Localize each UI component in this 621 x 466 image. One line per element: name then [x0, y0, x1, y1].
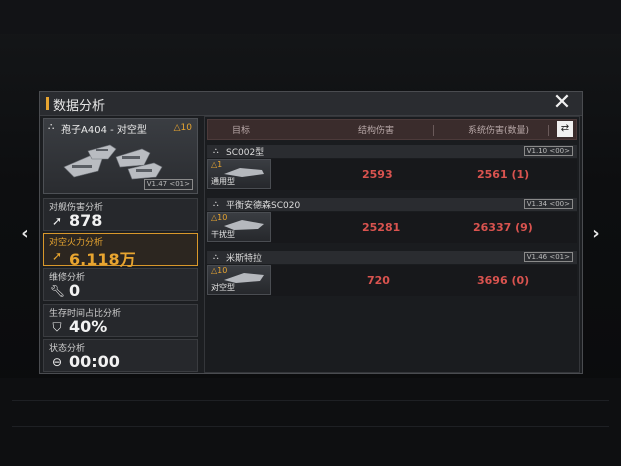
- target-damage-table: 目标 结构伤害 系统伤害(数量) ⇄ ⛬ SC002型 V1.10 <00> △…: [204, 116, 580, 373]
- system-damage-value: 26337 (9): [473, 221, 533, 234]
- unit-version-badge: V1.47 <01>: [143, 179, 193, 190]
- target-class: 对空型: [211, 283, 235, 292]
- target-version-badge: V1.10 <00>: [523, 146, 573, 156]
- unit-card: ⛬ 孢子A404 - 对空型 △10 V1.47 <01>: [43, 118, 198, 194]
- stat-ship-damage[interactable]: 对舰伤害分析 ➚ 878: [43, 198, 198, 231]
- target-group-header: ⛬ 平衡安德森SC020 V1.34 <00>: [207, 198, 577, 211]
- stat-status[interactable]: 状态分析 ⊖ 00:00: [43, 339, 198, 372]
- header-structure-damage: 结构伤害: [358, 126, 395, 136]
- close-button[interactable]: ✕: [552, 92, 572, 114]
- shield-icon: ⛉: [52, 320, 62, 334]
- wrench-icon: 🔧︎: [50, 284, 66, 298]
- system-damage-value: 3696 (0): [477, 274, 530, 287]
- anti-air-arrow-icon: ➚: [51, 249, 63, 263]
- stat-value: 878: [69, 211, 103, 230]
- stat-repair[interactable]: 维修分析 🔧︎ 0: [43, 268, 198, 301]
- target-group-header: ⛬ SC002型 V1.10 <00>: [207, 145, 577, 158]
- ship-illustration: [63, 144, 163, 180]
- background-top-bar: [0, 0, 621, 34]
- next-arrow-button[interactable]: ›: [587, 222, 605, 246]
- fleet-icon: ⛬: [213, 146, 219, 155]
- status-icon: ⊖: [51, 355, 63, 369]
- swap-icon[interactable]: ⇄: [557, 121, 573, 137]
- stat-value: 0: [69, 281, 81, 300]
- target-class: 干扰型: [211, 230, 235, 239]
- target-thumbnail: △1 通用型: [207, 159, 271, 189]
- target-name: SC002型: [226, 148, 265, 158]
- target-name: 米斯特拉: [226, 254, 263, 264]
- target-name: 平衡安德森SC020: [226, 201, 301, 211]
- structure-damage-value: 25281: [362, 221, 401, 234]
- stat-value: 40%: [69, 317, 108, 336]
- fleet-icon: ⛬: [48, 122, 55, 132]
- target-version-badge: V1.46 <01>: [523, 252, 573, 262]
- system-damage-value: 2561 (1): [477, 168, 530, 181]
- structure-damage-value: 2593: [362, 168, 393, 181]
- stat-anti-air[interactable]: 对空火力分析 ➚ 6.118万: [43, 233, 198, 269]
- dialog-title: 数据分析: [53, 99, 106, 114]
- structure-damage-value: 720: [367, 274, 390, 287]
- header-divider: [548, 125, 549, 136]
- target-class: 通用型: [211, 177, 235, 186]
- target-tier: △1: [211, 160, 223, 169]
- fleet-icon: ⛬: [213, 252, 219, 261]
- dialog-header: 数据分析 ✕: [40, 92, 582, 116]
- stat-survival[interactable]: 生存时间占比分析 ⛉ 40%: [43, 304, 198, 337]
- target-thumbnail: △10 干扰型: [207, 212, 271, 242]
- table-row[interactable]: △10 干扰型 25281 26337 (9): [207, 212, 577, 243]
- fleet-icon: ⛬: [213, 199, 219, 208]
- header-divider: [433, 125, 434, 136]
- attack-arrow-icon: ➚: [51, 214, 63, 228]
- table-header: 目标 结构伤害 系统伤害(数量) ⇄: [207, 119, 577, 140]
- target-version-badge: V1.34 <00>: [523, 199, 573, 209]
- background-bottom-area: [0, 378, 621, 466]
- unit-name: 孢子A404 - 对空型: [61, 125, 147, 136]
- analysis-sidebar: ⛬ 孢子A404 - 对空型 △10 V1.47 <01> 对舰伤害分析 ➚ 8…: [43, 118, 198, 372]
- stat-value: 00:00: [69, 352, 120, 371]
- header-system-damage: 系统伤害(数量): [468, 126, 530, 136]
- table-row[interactable]: △1 通用型 2593 2561 (1): [207, 159, 577, 190]
- table-row[interactable]: △10 对空型 720 3696 (0): [207, 265, 577, 296]
- prev-arrow-button[interactable]: ‹: [16, 222, 34, 246]
- unit-tier: △10: [173, 123, 192, 133]
- header-target: 目标: [232, 126, 251, 136]
- title-accent-bar: [46, 97, 49, 110]
- target-thumbnail: △10 对空型: [207, 265, 271, 295]
- data-analysis-dialog: 数据分析 ✕ ⛬ 孢子A404 - 对空型 △10 V1.47 <01> 对舰伤…: [39, 91, 583, 374]
- stat-value: 6.118万: [69, 250, 136, 269]
- target-group-header: ⛬ 米斯特拉 V1.46 <01>: [207, 251, 577, 264]
